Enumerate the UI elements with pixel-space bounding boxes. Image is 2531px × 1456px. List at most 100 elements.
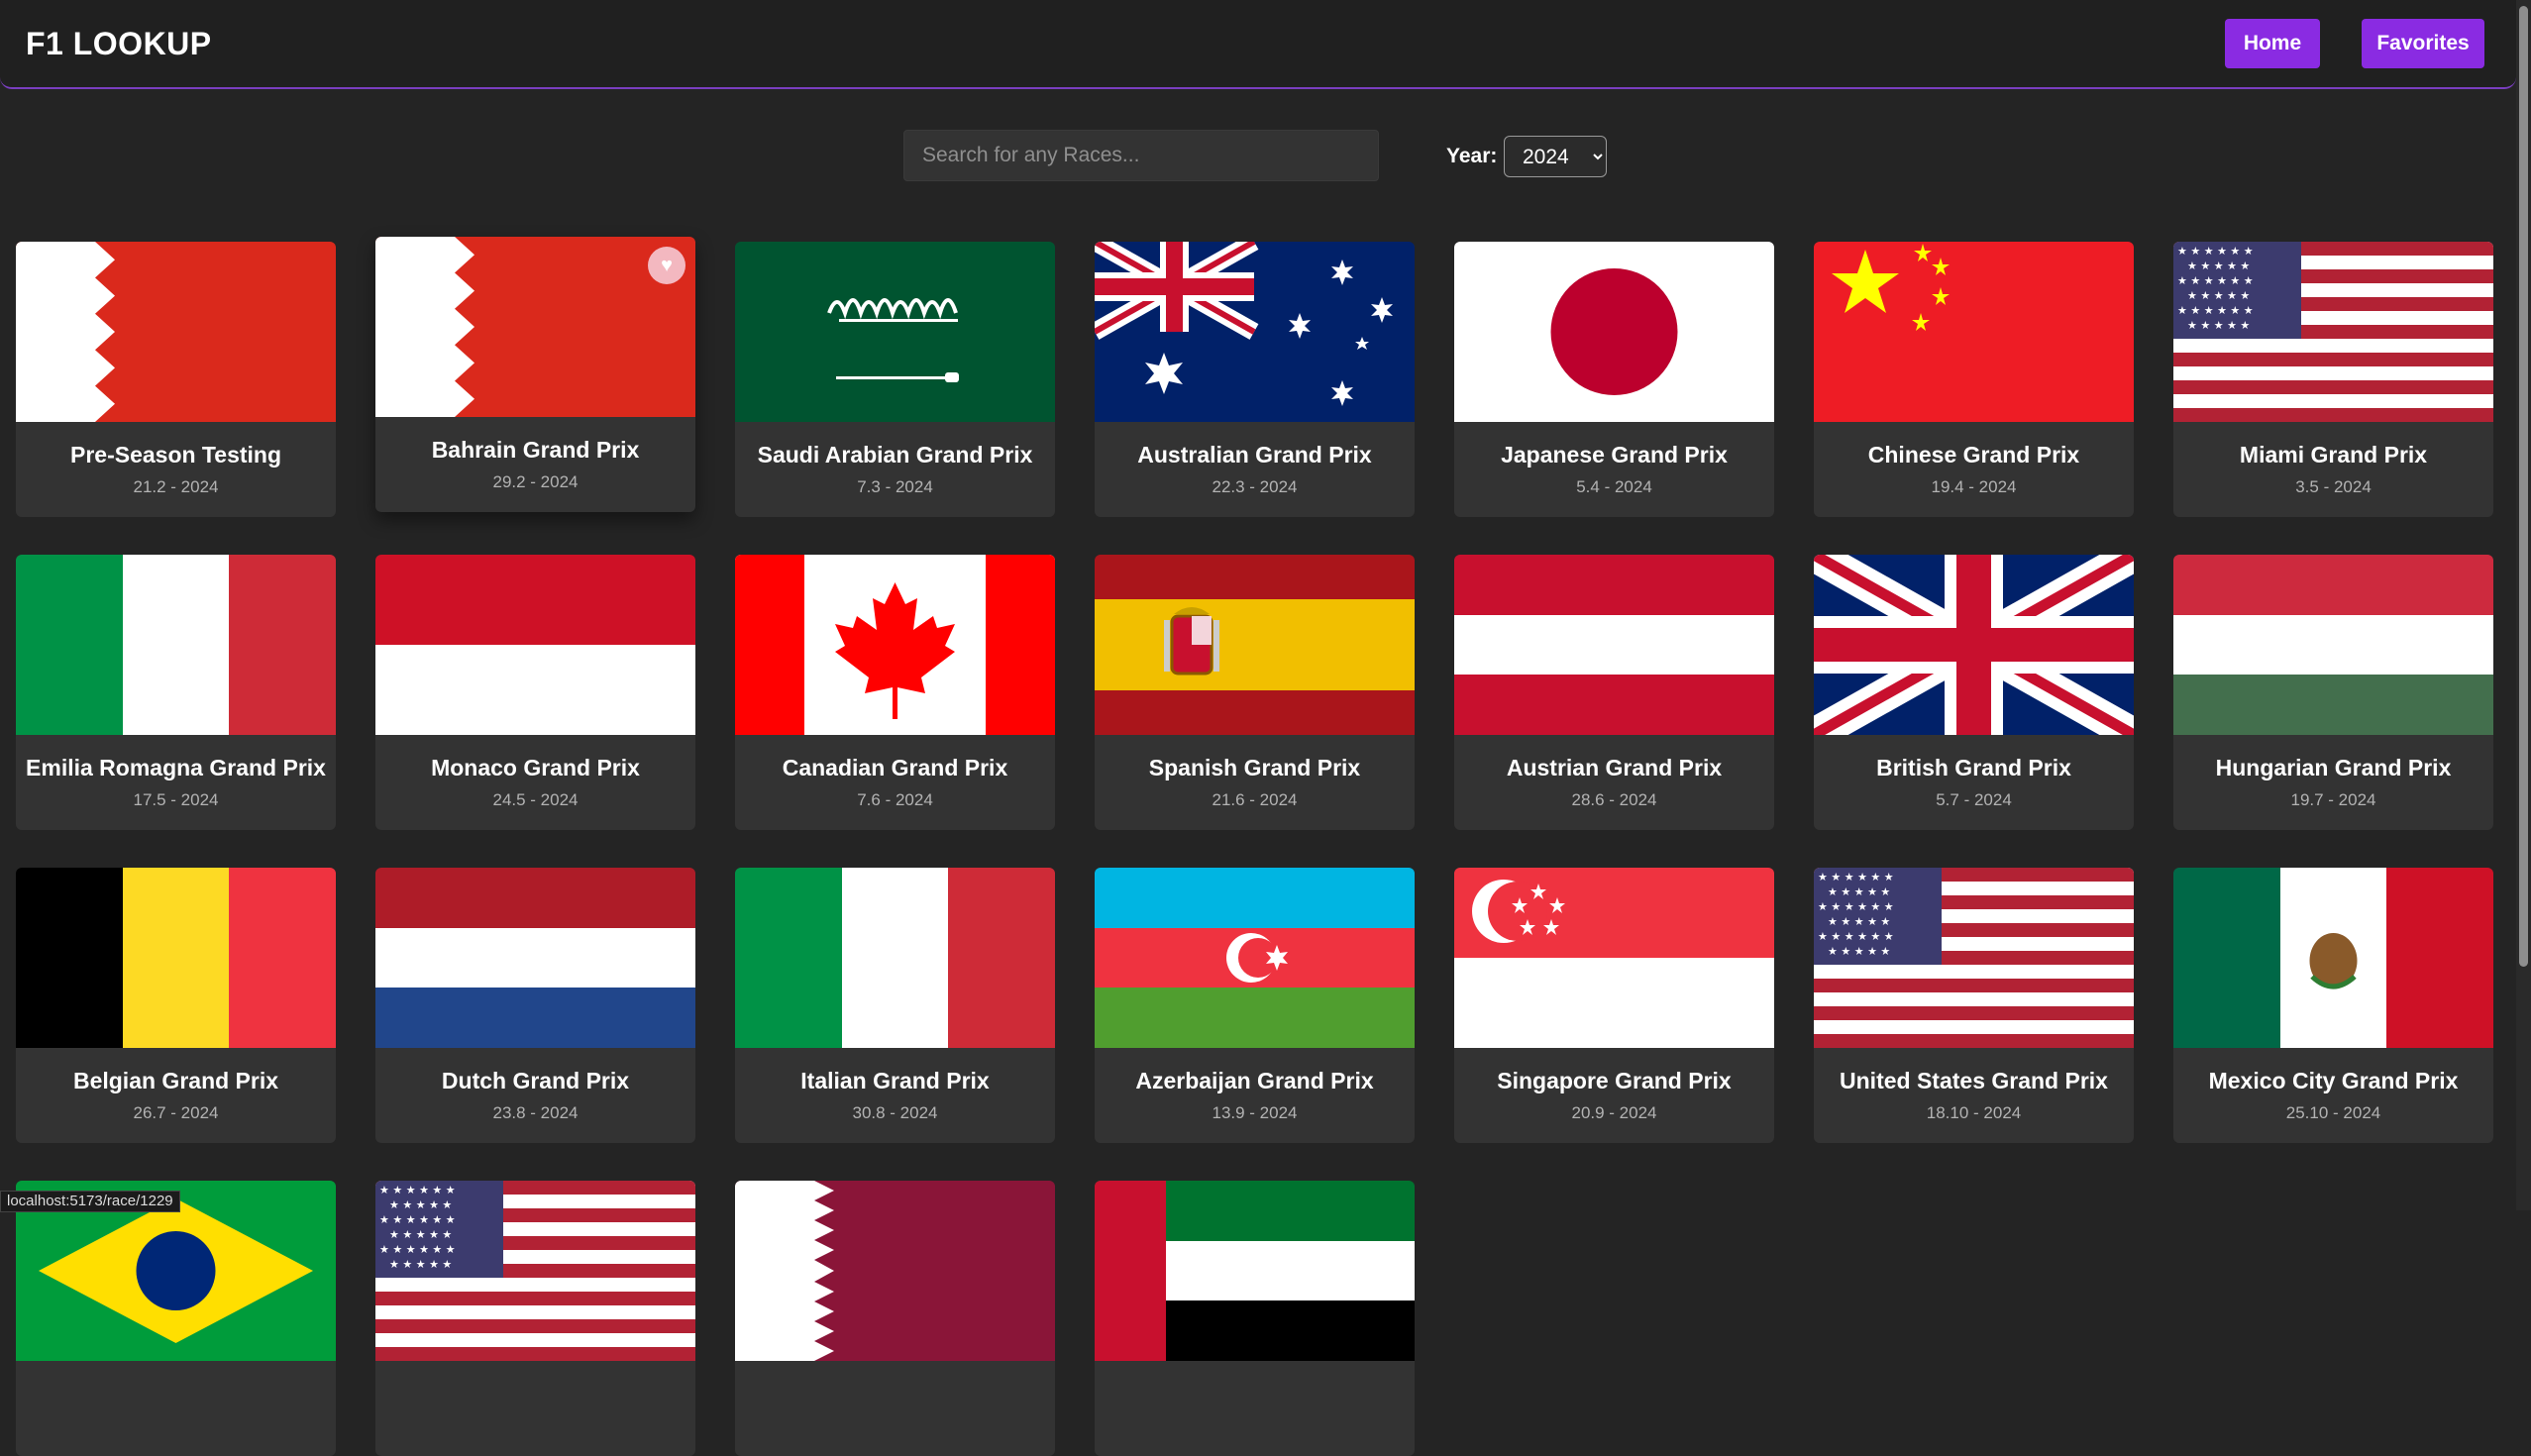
race-card[interactable]: Japanese Grand Prix 5.4 - 2024: [1454, 242, 1774, 517]
race-card[interactable]: Belgian Grand Prix 26.7 - 2024: [16, 868, 336, 1143]
race-card[interactable]: Canadian Grand Prix 7.6 - 2024: [735, 555, 1055, 830]
race-name: Singapore Grand Prix: [1497, 1068, 1732, 1093]
race-card[interactable]: Chinese Grand Prix 19.4 - 2024: [1814, 242, 2134, 517]
race-name: United States Grand Prix: [1840, 1068, 2108, 1093]
app-title: F1 LOOKUP: [26, 26, 212, 61]
svg-text:★ ★ ★ ★ ★: ★ ★ ★ ★ ★: [1828, 915, 1890, 928]
race-card[interactable]: Singapore Grand Prix 20.9 - 2024: [1454, 868, 1774, 1143]
mexico-flag: [2173, 868, 2493, 1048]
race-card[interactable]: Emilia Romagna Grand Prix 17.5 - 2024: [16, 555, 336, 830]
svg-text:★ ★ ★ ★ ★ ★: ★ ★ ★ ★ ★ ★: [379, 1184, 456, 1196]
race-grid: Pre-Season Testing 21.2 - 2024 Bahrain Gra…: [16, 237, 2512, 1456]
usa-flag: ★ ★ ★ ★ ★ ★ ★ ★ ★ ★ ★ ★ ★ ★ ★ ★ ★ ★ ★ ★ ★ ★…: [375, 1181, 695, 1361]
race-date: 5.4 - 2024: [1576, 477, 1652, 496]
monaco-flag: [375, 555, 695, 735]
svg-text:★ ★ ★ ★ ★ ★: ★ ★ ★ ★ ★ ★: [1818, 900, 1894, 913]
svg-text:★ ★ ★ ★ ★: ★ ★ ★ ★ ★: [2187, 289, 2250, 302]
race-name: Spanish Grand Prix: [1148, 755, 1361, 780]
race-date: 20.9 - 2024: [1571, 1103, 1657, 1122]
race-name: Azerbaijan Grand Prix: [1135, 1068, 1374, 1093]
race-date: 30.8 - 2024: [852, 1103, 938, 1122]
race-name: Bahrain Grand Prix: [431, 437, 640, 463]
race-name: Pre-Season Testing: [69, 442, 282, 468]
race-card[interactable]: British Grand Prix 5.7 - 2024: [1814, 555, 2134, 830]
status-url: localhost:5173/race/1229: [0, 1191, 180, 1212]
race-card[interactable]: [735, 1181, 1055, 1456]
year-select[interactable]: 2024: [1504, 136, 1607, 177]
race-date: 26.7 - 2024: [133, 1103, 219, 1122]
race-date: 17.5 - 2024: [133, 790, 219, 809]
svg-text:★ ★ ★ ★ ★ ★: ★ ★ ★ ★ ★ ★: [2177, 304, 2254, 317]
race-card[interactable]: [1095, 1181, 1415, 1456]
race-date: 21.2 - 2024: [133, 477, 219, 496]
race-name: Miami Grand Prix: [2239, 442, 2428, 468]
race-card[interactable]: Spanish Grand Prix 21.6 - 2024: [1095, 555, 1415, 830]
race-name: Canadian Grand Prix: [782, 755, 1008, 780]
race-date: 25.10 - 2024: [2285, 1103, 2381, 1122]
race-card[interactable]: Dutch Grand Prix 23.8 - 2024: [375, 868, 695, 1143]
race-name: Belgian Grand Prix: [72, 1068, 279, 1093]
race-card[interactable]: Saudi Arabian Grand Prix 7.3 - 2024: [735, 242, 1055, 517]
race-name: Austrian Grand Prix: [1506, 755, 1723, 780]
race-card[interactable]: Italian Grand Prix 30.8 - 2024: [735, 868, 1055, 1143]
race-name: Hungarian Grand Prix: [2215, 755, 2452, 780]
race-card[interactable]: [16, 1181, 336, 1456]
race-card[interactable]: Monaco Grand Prix 24.5 - 2024: [375, 555, 695, 830]
svg-text:★ ★ ★ ★ ★ ★: ★ ★ ★ ★ ★ ★: [1818, 930, 1894, 943]
bahrain-flag: [16, 242, 336, 422]
favorite-heart-icon[interactable]: ♥: [648, 247, 685, 284]
race-card[interactable]: Austrian Grand Prix 28.6 - 2024: [1454, 555, 1774, 830]
race-card[interactable]: Azerbaijan Grand Prix 13.9 - 2024: [1095, 868, 1415, 1143]
home-button[interactable]: Home: [2225, 19, 2320, 68]
svg-text:★ ★ ★ ★ ★: ★ ★ ★ ★ ★: [389, 1258, 452, 1271]
race-card[interactable]: Bahrain Grand Prix 29.2 - 2024 ♥: [375, 237, 695, 512]
navbar: F1 LOOKUP Home Favorites: [0, 0, 2516, 89]
svg-text:★ ★ ★ ★ ★: ★ ★ ★ ★ ★: [2187, 319, 2250, 332]
race-card[interactable]: ★ ★ ★ ★ ★ ★ ★ ★ ★ ★ ★ ★ ★ ★ ★ ★ ★ ★ ★ ★ ★ ★…: [2173, 242, 2493, 517]
qatar-flag: [735, 1181, 1055, 1361]
australia-flag: [1095, 242, 1415, 422]
race-card[interactable]: Mexico City Grand Prix 25.10 - 2024: [2173, 868, 2493, 1143]
canada-flag: [735, 555, 1055, 735]
race-card[interactable]: Pre-Season Testing 21.2 - 2024: [16, 242, 336, 517]
race-name: Emilia Romagna Grand Prix: [26, 755, 326, 780]
svg-text:★ ★ ★ ★ ★: ★ ★ ★ ★ ★: [1828, 885, 1890, 898]
svg-text:★ ★ ★ ★ ★: ★ ★ ★ ★ ★: [389, 1198, 452, 1211]
race-date: 7.3 - 2024: [857, 477, 933, 496]
usa-flag: ★ ★ ★ ★ ★ ★ ★ ★ ★ ★ ★ ★ ★ ★ ★ ★ ★ ★ ★ ★ ★ ★…: [2173, 242, 2493, 422]
svg-text:★ ★ ★ ★ ★ ★: ★ ★ ★ ★ ★ ★: [1818, 871, 1894, 884]
scrollbar-thumb[interactable]: [2519, 6, 2528, 967]
usa-flag: ★ ★ ★ ★ ★ ★ ★ ★ ★ ★ ★ ★ ★ ★ ★ ★ ★ ★ ★ ★ ★ ★…: [1814, 868, 2134, 1048]
svg-text:★ ★ ★ ★ ★ ★: ★ ★ ★ ★ ★ ★: [379, 1243, 456, 1256]
azerbaijan-flag: [1095, 868, 1415, 1048]
race-date: 19.4 - 2024: [1931, 477, 2017, 496]
race-date: 24.5 - 2024: [492, 790, 579, 809]
uae-flag: [1095, 1181, 1415, 1361]
austria-flag: [1454, 555, 1774, 735]
race-name: Chinese Grand Prix: [1867, 442, 2080, 468]
race-date: 5.7 - 2024: [1936, 790, 2012, 809]
svg-text:★ ★ ★ ★ ★ ★: ★ ★ ★ ★ ★ ★: [2177, 245, 2254, 258]
race-name: Dutch Grand Prix: [441, 1068, 630, 1093]
svg-text:★ ★ ★ ★ ★: ★ ★ ★ ★ ★: [2187, 260, 2250, 272]
race-name: Saudi Arabian Grand Prix: [757, 442, 1033, 468]
race-date: 23.8 - 2024: [492, 1103, 579, 1122]
belgium-flag: [16, 868, 336, 1048]
scrollbar[interactable]: [2516, 0, 2531, 1210]
svg-text:★ ★ ★ ★ ★ ★: ★ ★ ★ ★ ★ ★: [379, 1213, 456, 1226]
race-card[interactable]: Australian Grand Prix 22.3 - 2024: [1095, 242, 1415, 517]
race-card[interactable]: Hungarian Grand Prix 19.7 - 2024: [2173, 555, 2493, 830]
race-name: Monaco Grand Prix: [431, 755, 640, 780]
singapore-flag: [1454, 868, 1774, 1048]
favorites-button[interactable]: Favorites: [2362, 19, 2484, 68]
search-input[interactable]: [903, 130, 1379, 181]
race-name: Australian Grand Prix: [1137, 442, 1372, 468]
race-name: Mexico City Grand Prix: [2208, 1068, 2459, 1093]
spain-flag: [1095, 555, 1415, 735]
race-name: Japanese Grand Prix: [1501, 442, 1728, 468]
race-card[interactable]: ★ ★ ★ ★ ★ ★ ★ ★ ★ ★ ★ ★ ★ ★ ★ ★ ★ ★ ★ ★ ★ ★…: [1814, 868, 2134, 1143]
svg-text:★ ★ ★ ★ ★ ★: ★ ★ ★ ★ ★ ★: [2177, 274, 2254, 287]
netherlands-flag: [375, 868, 695, 1048]
race-card[interactable]: ★ ★ ★ ★ ★ ★ ★ ★ ★ ★ ★ ★ ★ ★ ★ ★ ★ ★ ★ ★ ★ ★…: [375, 1181, 695, 1456]
race-date: 13.9 - 2024: [1212, 1103, 1298, 1122]
